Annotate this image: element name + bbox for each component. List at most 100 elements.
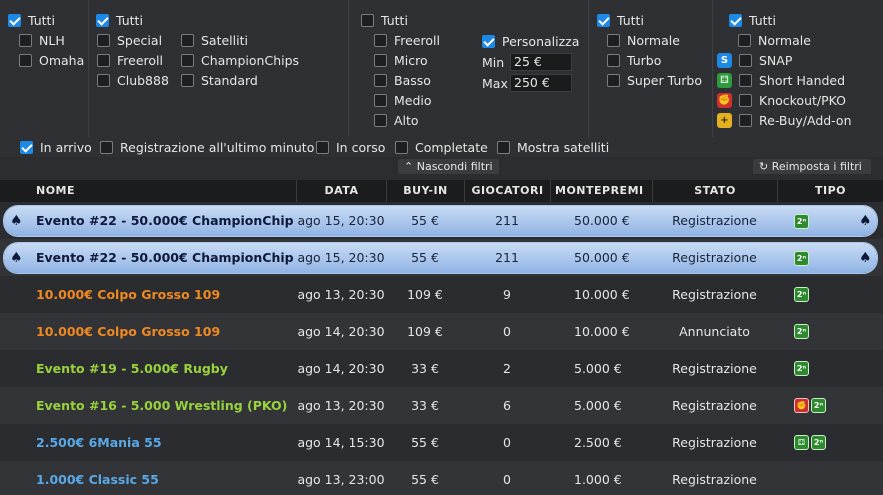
column-header-prize[interactable]: MONTEPREMI ▼: [550, 180, 652, 218]
column-header-name[interactable]: NOME: [36, 180, 75, 202]
checkbox-label: Satelliti: [201, 32, 248, 48]
table-row[interactable]: 2.500€ 6Mania 55 ago 14, 15:30 55 € 0 2.500 …: [0, 424, 883, 461]
type-normale-checkbox[interactable]: Normale: [738, 32, 811, 48]
checkbox-label: Alto: [394, 112, 419, 128]
buyin-all-checkbox[interactable]: Tutti: [361, 12, 408, 28]
table-row[interactable]: 10.000€ Colpo Grosso 109 ago 13, 20:30 109…: [0, 276, 883, 313]
table-row[interactable]: 10.000€ Colpo Grosso 109 ago 14, 20:30 109…: [0, 313, 883, 350]
type-knockout-checkbox[interactable]: ✊ Knockout/PKO: [717, 92, 846, 108]
tournament-type-icons: ⚃ 2ⁿ: [794, 424, 826, 461]
speed-all-checkbox[interactable]: Tutti: [597, 12, 644, 28]
tournament-type-icons: ✊ 2ⁿ: [794, 387, 826, 424]
status-completate-checkbox[interactable]: Completate: [395, 139, 488, 155]
checkbox-icon: [374, 73, 387, 87]
checkbox-icon: [739, 93, 752, 107]
category-freeroll-checkbox[interactable]: Freeroll: [97, 52, 163, 68]
checkbox-icon: [361, 13, 374, 27]
table-row[interactable]: Evento #22 - 50.000€ ChampionChip Mai...…: [0, 239, 883, 276]
buyin-min-row: Min 25 €: [482, 53, 572, 71]
highlighted-row[interactable]: Evento #22 - 50.000€ ChampionChip Mai...…: [4, 206, 877, 236]
max-input[interactable]: 250 €: [510, 74, 572, 92]
table-row[interactable]: Evento #22 - 50.000€ ChampionChip Mai...…: [0, 202, 883, 239]
refresh-icon: ↻: [759, 160, 769, 173]
status-last-minute-checkbox[interactable]: Registrazione all'ultimo minuto: [100, 139, 314, 155]
buyin-micro-checkbox[interactable]: Micro: [374, 52, 428, 68]
category-all-checkbox[interactable]: Tutti: [96, 12, 143, 28]
checkbox-label: Basso: [394, 72, 431, 88]
speed-turbo-checkbox[interactable]: Turbo: [607, 52, 661, 68]
buyin-alto-checkbox[interactable]: Alto: [374, 112, 419, 128]
tournament-status: Registrazione: [672, 250, 757, 265]
speed-normale-checkbox[interactable]: Normale: [607, 32, 680, 48]
tournament-status: Annunciato: [679, 324, 750, 339]
game-omaha-checkbox[interactable]: Omaha: [19, 52, 84, 68]
tournament-type-icons: 2ⁿ: [794, 313, 809, 350]
category-championchips-checkbox[interactable]: ChampionChips: [181, 52, 299, 68]
category-special-checkbox[interactable]: Special: [97, 32, 162, 48]
checkbox-label: Tutti: [617, 12, 644, 28]
filter-panel: Tutti NLH Omaha Tutti Special Freeroll C…: [0, 0, 883, 137]
checkbox-icon: [739, 73, 752, 87]
reset-filters-button[interactable]: ↻ Reimposta i filtri: [753, 159, 871, 174]
multi-entry-icon: 2ⁿ: [794, 213, 809, 229]
status-satelliti-checkbox[interactable]: Mostra satelliti: [497, 139, 609, 155]
tournament-name: Evento #22 - 50.000€ ChampionChip Mai...: [36, 213, 294, 228]
table-row[interactable]: Evento #16 - 5.000 Wrestling (PKO) ago 13…: [0, 387, 883, 424]
column-header-type[interactable]: TIPO: [777, 180, 883, 202]
status-in-corso-checkbox[interactable]: In corso: [316, 139, 385, 155]
tournament-buyin: 55 €: [411, 213, 439, 228]
highlighted-row[interactable]: Evento #22 - 50.000€ ChampionChip Mai...…: [4, 243, 877, 273]
category-satelliti-checkbox[interactable]: Satelliti: [181, 32, 248, 48]
checkbox-label: Mostra satelliti: [517, 139, 610, 155]
checkbox-label: In corso: [336, 139, 386, 155]
tournament-date: ago 14, 20:30: [297, 324, 385, 339]
speed-super-turbo-checkbox[interactable]: Super Turbo: [607, 72, 702, 88]
checkbox-label: Tutti: [28, 12, 55, 28]
tournament-prize: 10.000 €: [574, 287, 630, 302]
buyin-medio-checkbox[interactable]: Medio: [374, 92, 432, 108]
category-standard-checkbox[interactable]: Standard: [181, 72, 258, 88]
table-row[interactable]: 1.000€ Classic 55 ago 13, 23:00 55 € 0 1.000…: [0, 461, 883, 495]
tournament-players: 2: [503, 361, 511, 376]
type-rebuy-checkbox[interactable]: + Re-Buy/Add-on: [717, 112, 852, 128]
tournament-prize: 5.000 €: [574, 398, 622, 413]
buyin-freeroll-checkbox[interactable]: Freeroll: [374, 32, 440, 48]
snap-icon: S: [717, 52, 732, 68]
knockout-icon: ✊: [717, 92, 732, 108]
multi-entry-icon: 2ⁿ: [794, 287, 809, 302]
checkbox-label: Freeroll: [117, 52, 163, 68]
game-nlh-checkbox[interactable]: NLH: [19, 32, 65, 48]
column-header-buyin[interactable]: BUY-IN: [386, 180, 464, 202]
tournament-name: 1.000€ Classic 55: [36, 472, 159, 487]
status-in-arrivo-checkbox[interactable]: In arrivo: [20, 139, 92, 155]
game-all-checkbox[interactable]: Tutti: [8, 12, 55, 28]
checkbox-icon: [497, 140, 510, 154]
checkbox-icon: [8, 13, 21, 27]
column-header-status[interactable]: STATO: [652, 180, 777, 202]
tournament-buyin: 55 €: [411, 435, 439, 450]
column-header-players[interactable]: GIOCATORI: [464, 180, 550, 202]
type-short-handed-checkbox[interactable]: ⚃ Short Handed: [717, 72, 845, 88]
table-row[interactable]: Evento #19 - 5.000€ Rugby ago 14, 20:30 33…: [0, 350, 883, 387]
type-all-checkbox[interactable]: Tutti: [729, 12, 776, 28]
category-club888-checkbox[interactable]: Club888: [97, 72, 169, 88]
multi-entry-icon: 2ⁿ: [794, 361, 809, 376]
tournament-status: Registrazione: [672, 361, 757, 376]
checkbox-label: Medio: [394, 92, 432, 108]
type-snap-checkbox[interactable]: S SNAP: [717, 52, 792, 68]
tournament-buyin: 55 €: [411, 472, 439, 487]
checkbox-label: Club888: [117, 72, 169, 88]
checkbox-label: Special: [117, 32, 163, 48]
tournament-status: Registrazione: [672, 435, 757, 450]
tournament-name: 10.000€ Colpo Grosso 109: [36, 324, 221, 339]
checkbox-icon: [96, 13, 109, 27]
buyin-custom-checkbox[interactable]: Personalizza: [482, 33, 579, 49]
short-handed-icon: ⚃: [794, 435, 809, 450]
min-input[interactable]: 25 €: [510, 53, 572, 71]
tournament-players: 0: [503, 435, 511, 450]
buyin-basso-checkbox[interactable]: Basso: [374, 72, 431, 88]
tournament-prize: 50.000 €: [574, 213, 630, 228]
hide-filters-button[interactable]: ⌃ Nascondi filtri: [398, 159, 499, 174]
column-header-date[interactable]: DATA: [296, 180, 386, 202]
checkbox-label: Knockout/PKO: [759, 92, 847, 108]
